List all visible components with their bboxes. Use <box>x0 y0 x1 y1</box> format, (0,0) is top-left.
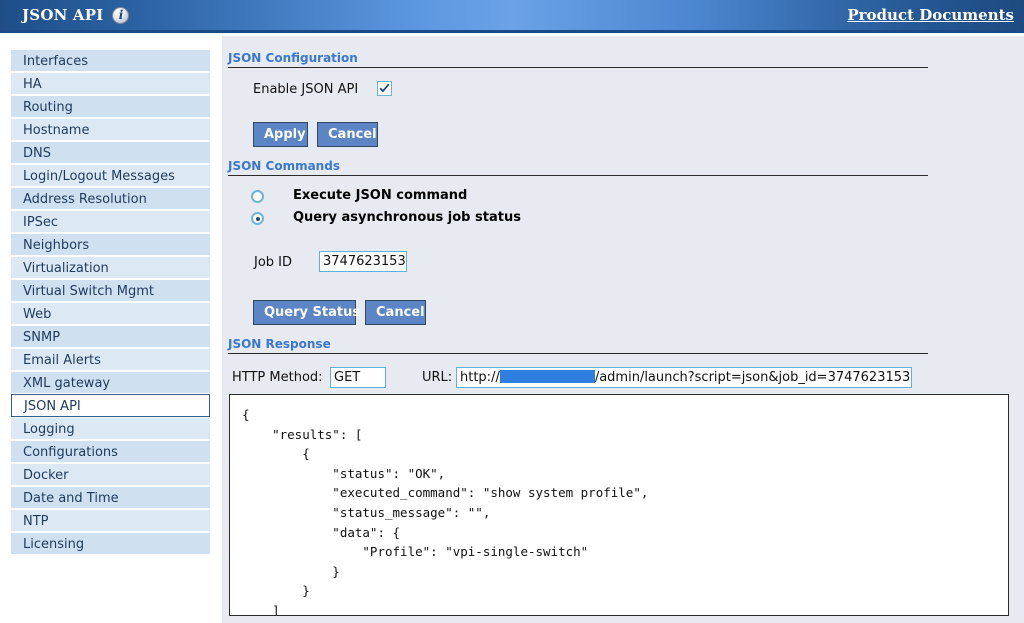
sidebar-item-snmp[interactable]: SNMP <box>11 325 210 348</box>
sidebar-item-licensing[interactable]: Licensing <box>11 532 210 555</box>
sidebar-item-json-api[interactable]: JSON API <box>11 394 210 417</box>
radio-execute-json-command-label: Execute JSON command <box>293 188 467 203</box>
sidebar-item-configurations[interactable]: Configurations <box>11 440 210 463</box>
section-json-configuration-title: JSON Configuration <box>228 51 358 65</box>
section-json-commands-title: JSON Commands <box>228 159 340 173</box>
section-divider <box>228 175 928 176</box>
url-input[interactable]: http:// /admin/launch?script=json&job_id=… <box>456 367 912 388</box>
main-content: JSON Configuration Enable JSON API Apply… <box>222 36 1024 623</box>
section-json-configuration: JSON Configuration <box>228 51 928 68</box>
enable-json-api-checkbox[interactable] <box>377 81 392 96</box>
http-method-label: HTTP Method: <box>232 370 323 385</box>
title-group: JSON API i <box>22 0 129 30</box>
radio-query-async-job-status[interactable] <box>251 212 264 225</box>
sidebar-item-logging[interactable]: Logging <box>11 417 210 440</box>
sidebar-item-ntp[interactable]: NTP <box>11 509 210 532</box>
http-method-input[interactable]: GET <box>330 367 386 388</box>
sidebar-item-login-logout-messages[interactable]: Login/Logout Messages <box>11 164 210 187</box>
product-documents-link[interactable]: Product Documents <box>847 0 1014 30</box>
info-icon[interactable]: i <box>112 7 129 24</box>
sidebar-item-dns[interactable]: DNS <box>11 141 210 164</box>
sidebar-item-xml-gateway[interactable]: XML gateway <box>11 371 210 394</box>
radio-execute-json-command[interactable] <box>251 190 264 203</box>
section-divider <box>228 353 928 354</box>
sidebar-item-date-and-time[interactable]: Date and Time <box>11 486 210 509</box>
sidebar-item-docker[interactable]: Docker <box>11 463 210 486</box>
json-response-textarea[interactable]: { "results": [ { "status": "OK", "execut… <box>229 394 1009 616</box>
sidebar-item-virtualization[interactable]: Virtualization <box>11 256 210 279</box>
sidebar-nav: Interfaces HA Routing Hostname DNS Login… <box>11 49 210 555</box>
sidebar-item-email-alerts[interactable]: Email Alerts <box>11 348 210 371</box>
json-response-body: { "results": [ { "status": "OK", "execut… <box>230 395 1008 616</box>
title-bar: JSON API i Product Documents <box>0 0 1024 33</box>
enable-json-api-label: Enable JSON API <box>253 82 358 97</box>
sidebar-item-ha[interactable]: HA <box>11 72 210 95</box>
url-host-redaction <box>500 370 595 383</box>
apply-button[interactable]: Apply <box>253 122 308 147</box>
check-icon <box>378 82 391 95</box>
sidebar-item-interfaces[interactable]: Interfaces <box>11 49 210 72</box>
sidebar-item-ipsec[interactable]: IPSec <box>11 210 210 233</box>
radio-query-async-job-status-label: Query asynchronous job status <box>293 210 521 225</box>
commands-cancel-button[interactable]: Cancel <box>365 300 426 325</box>
config-cancel-button[interactable]: Cancel <box>317 122 378 147</box>
sidebar-item-address-resolution[interactable]: Address Resolution <box>11 187 210 210</box>
url-prefix: http:// <box>460 370 500 385</box>
page-title: JSON API <box>22 6 103 24</box>
sidebar-item-hostname[interactable]: Hostname <box>11 118 210 141</box>
query-status-button[interactable]: Query Status <box>253 300 356 325</box>
section-json-response-title: JSON Response <box>228 337 331 351</box>
sidebar-item-virtual-switch-mgmt[interactable]: Virtual Switch Mgmt <box>11 279 210 302</box>
url-suffix: /admin/launch?script=json&job_id=3747623… <box>595 370 910 385</box>
job-id-input[interactable]: 3747623153 <box>319 251 407 272</box>
section-divider <box>228 67 928 68</box>
section-json-commands: JSON Commands <box>228 159 928 176</box>
job-id-label: Job ID <box>254 255 292 270</box>
sidebar-item-routing[interactable]: Routing <box>11 95 210 118</box>
url-label: URL: <box>422 370 452 385</box>
sidebar-item-web[interactable]: Web <box>11 302 210 325</box>
section-json-response: JSON Response <box>228 337 928 354</box>
sidebar-item-neighbors[interactable]: Neighbors <box>11 233 210 256</box>
